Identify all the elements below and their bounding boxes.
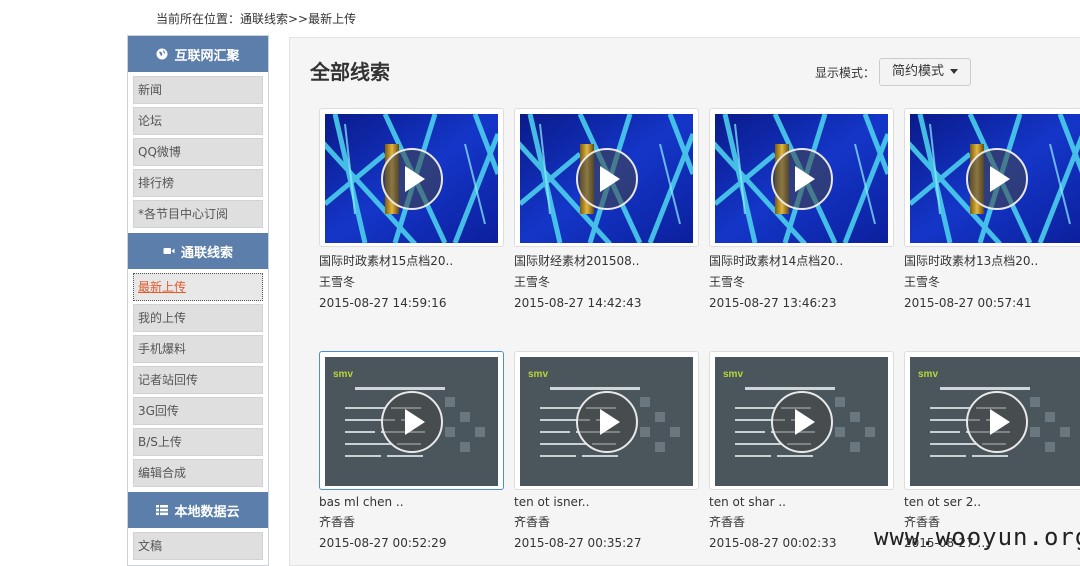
sidebar-item-subscriptions[interactable]: *各节目中心订阅 (133, 200, 263, 228)
video-thumbnail[interactable]: smv (514, 351, 699, 490)
play-icon[interactable] (380, 147, 443, 210)
play-icon[interactable] (575, 147, 638, 210)
video-author: 齐香香 (514, 515, 551, 529)
list-icon (156, 505, 169, 516)
video-author: 王雪冬 (709, 275, 746, 289)
play-icon[interactable] (770, 147, 833, 210)
watermark: www.wooyun.org (874, 523, 1080, 551)
sidebar-item-3g-upload[interactable]: 3G回传 (133, 397, 263, 425)
video-author: 王雪冬 (904, 275, 941, 289)
video-title[interactable]: ten ot shar .. (709, 495, 894, 509)
sidebar-item-ranking[interactable]: 排行榜 (133, 169, 263, 197)
video-card[interactable]: smv ten ot shar .. 齐香香 2015-08-27 00:02:33 (709, 351, 894, 550)
video-title[interactable]: bas ml chen .. (319, 495, 504, 509)
video-thumbnail[interactable] (709, 108, 894, 247)
sidebar-section-title: 互联网汇聚 (174, 48, 240, 64)
sidebar-section-local-cloud[interactable]: 本地数据云 (128, 492, 268, 528)
sidebar-section-internet[interactable]: 互联网汇聚 (128, 36, 268, 72)
play-icon[interactable] (965, 147, 1028, 210)
video-title[interactable]: 国际时政素材13点档20.. (904, 252, 1080, 269)
video-date: 2015-08-27 14:59:16 (319, 296, 447, 310)
sidebar-item-news[interactable]: 新闻 (133, 76, 263, 104)
svg-text:smv: smv (918, 369, 938, 380)
video-date: 2015-08-27 00:57:41 (904, 296, 1032, 310)
video-camera-icon (163, 248, 175, 254)
breadcrumb: 当前所在位置：通联线索>>最新上传 (156, 12, 357, 26)
svg-text:smv: smv (528, 369, 548, 380)
video-date: 2015-08-27 13:46:23 (709, 296, 837, 310)
video-thumbnail[interactable]: smv (904, 351, 1080, 490)
video-author: 王雪冬 (319, 275, 356, 289)
sidebar-item-qq-weibo[interactable]: QQ微博 (133, 138, 263, 166)
video-title[interactable]: ten ot isner.. (514, 495, 699, 509)
video-date: 2015-08-27 00:52:29 (319, 536, 447, 550)
play-icon[interactable] (380, 390, 443, 453)
video-card[interactable]: smv bas ml chen .. 齐香香 2015-08-27 00:52:29 (319, 351, 504, 550)
sidebar-item-station-upload[interactable]: 记者站回传 (133, 366, 263, 394)
sidebar-item-mobile-tips[interactable]: 手机爆料 (133, 335, 263, 363)
video-card[interactable]: 国际财经素材201508.. 王雪冬 2015-08-27 14:42:43 (514, 108, 699, 310)
display-mode-dropdown[interactable]: 简约模式 (879, 58, 971, 86)
sidebar-item-forum[interactable]: 论坛 (133, 107, 263, 135)
sidebar-section-leads[interactable]: 通联线索 (128, 233, 268, 269)
play-icon[interactable] (965, 390, 1028, 453)
video-author: 王雪冬 (514, 275, 551, 289)
sidebar-item-bs-upload[interactable]: B/S上传 (133, 428, 263, 456)
video-thumbnail[interactable] (319, 108, 504, 247)
video-date: 2015-08-27 00:02:33 (709, 536, 837, 550)
play-icon[interactable] (575, 390, 638, 453)
video-thumbnail[interactable]: smv (319, 351, 504, 490)
sidebar-section-title: 通联线索 (180, 245, 233, 261)
sidebar-section-title: 本地数据云 (174, 504, 240, 520)
video-thumbnail[interactable] (904, 108, 1080, 247)
video-author: 齐香香 (709, 515, 746, 529)
sidebar-item-my-upload[interactable]: 我的上传 (133, 304, 263, 332)
video-title[interactable]: 国际财经素材201508.. (514, 252, 699, 269)
video-date: 2015-08-27 00:35:27 (514, 536, 642, 550)
main-panel: 全部线索 显示模式： 简约模式 国际时政素材15点档20.. 王雪冬 2015-08… (289, 37, 1080, 566)
display-mode-label: 显示模式： (815, 66, 876, 80)
video-title[interactable]: 国际时政素材14点档20.. (709, 252, 894, 269)
display-mode-value: 简约模式 (892, 64, 945, 79)
page-title: 全部线索 (310, 60, 390, 84)
play-icon[interactable] (770, 390, 833, 453)
video-thumbnail[interactable] (514, 108, 699, 247)
sidebar-item-latest-upload[interactable]: 最新上传 (133, 273, 263, 301)
video-card[interactable]: 国际时政素材13点档20.. 王雪冬 2015-08-27 00:57:41 (904, 108, 1080, 310)
video-title[interactable]: 国际时政素材15点档20.. (319, 252, 504, 269)
video-card[interactable]: 国际时政素材14点档20.. 王雪冬 2015-08-27 13:46:23 (709, 108, 894, 310)
globe-icon (156, 48, 168, 60)
video-date: 2015-08-27 14:42:43 (514, 296, 642, 310)
sidebar-item-manuscripts[interactable]: 文稿 (133, 532, 263, 560)
sidebar-item-edit-compose[interactable]: 编辑合成 (133, 459, 263, 487)
video-card[interactable]: smv ten ot isner.. 齐香香 2015-08-27 00:35:27 (514, 351, 699, 550)
sidebar: 互联网汇聚 新闻 论坛 QQ微博 排行榜 *各节目中心订阅 通联线索 最新上传 … (127, 35, 269, 566)
video-title[interactable]: ten ot ser 2.. (904, 495, 1080, 509)
video-thumbnail[interactable]: smv (709, 351, 894, 490)
video-card[interactable]: 国际时政素材15点档20.. 王雪冬 2015-08-27 14:59:16 (319, 108, 504, 310)
svg-text:smv: smv (333, 369, 353, 380)
caret-down-icon (950, 69, 959, 74)
video-author: 齐香香 (319, 515, 356, 529)
video-card[interactable]: smv ten ot ser 2.. 齐香香 2015-08-27 ... (904, 351, 1080, 550)
svg-text:smv: smv (723, 369, 743, 380)
